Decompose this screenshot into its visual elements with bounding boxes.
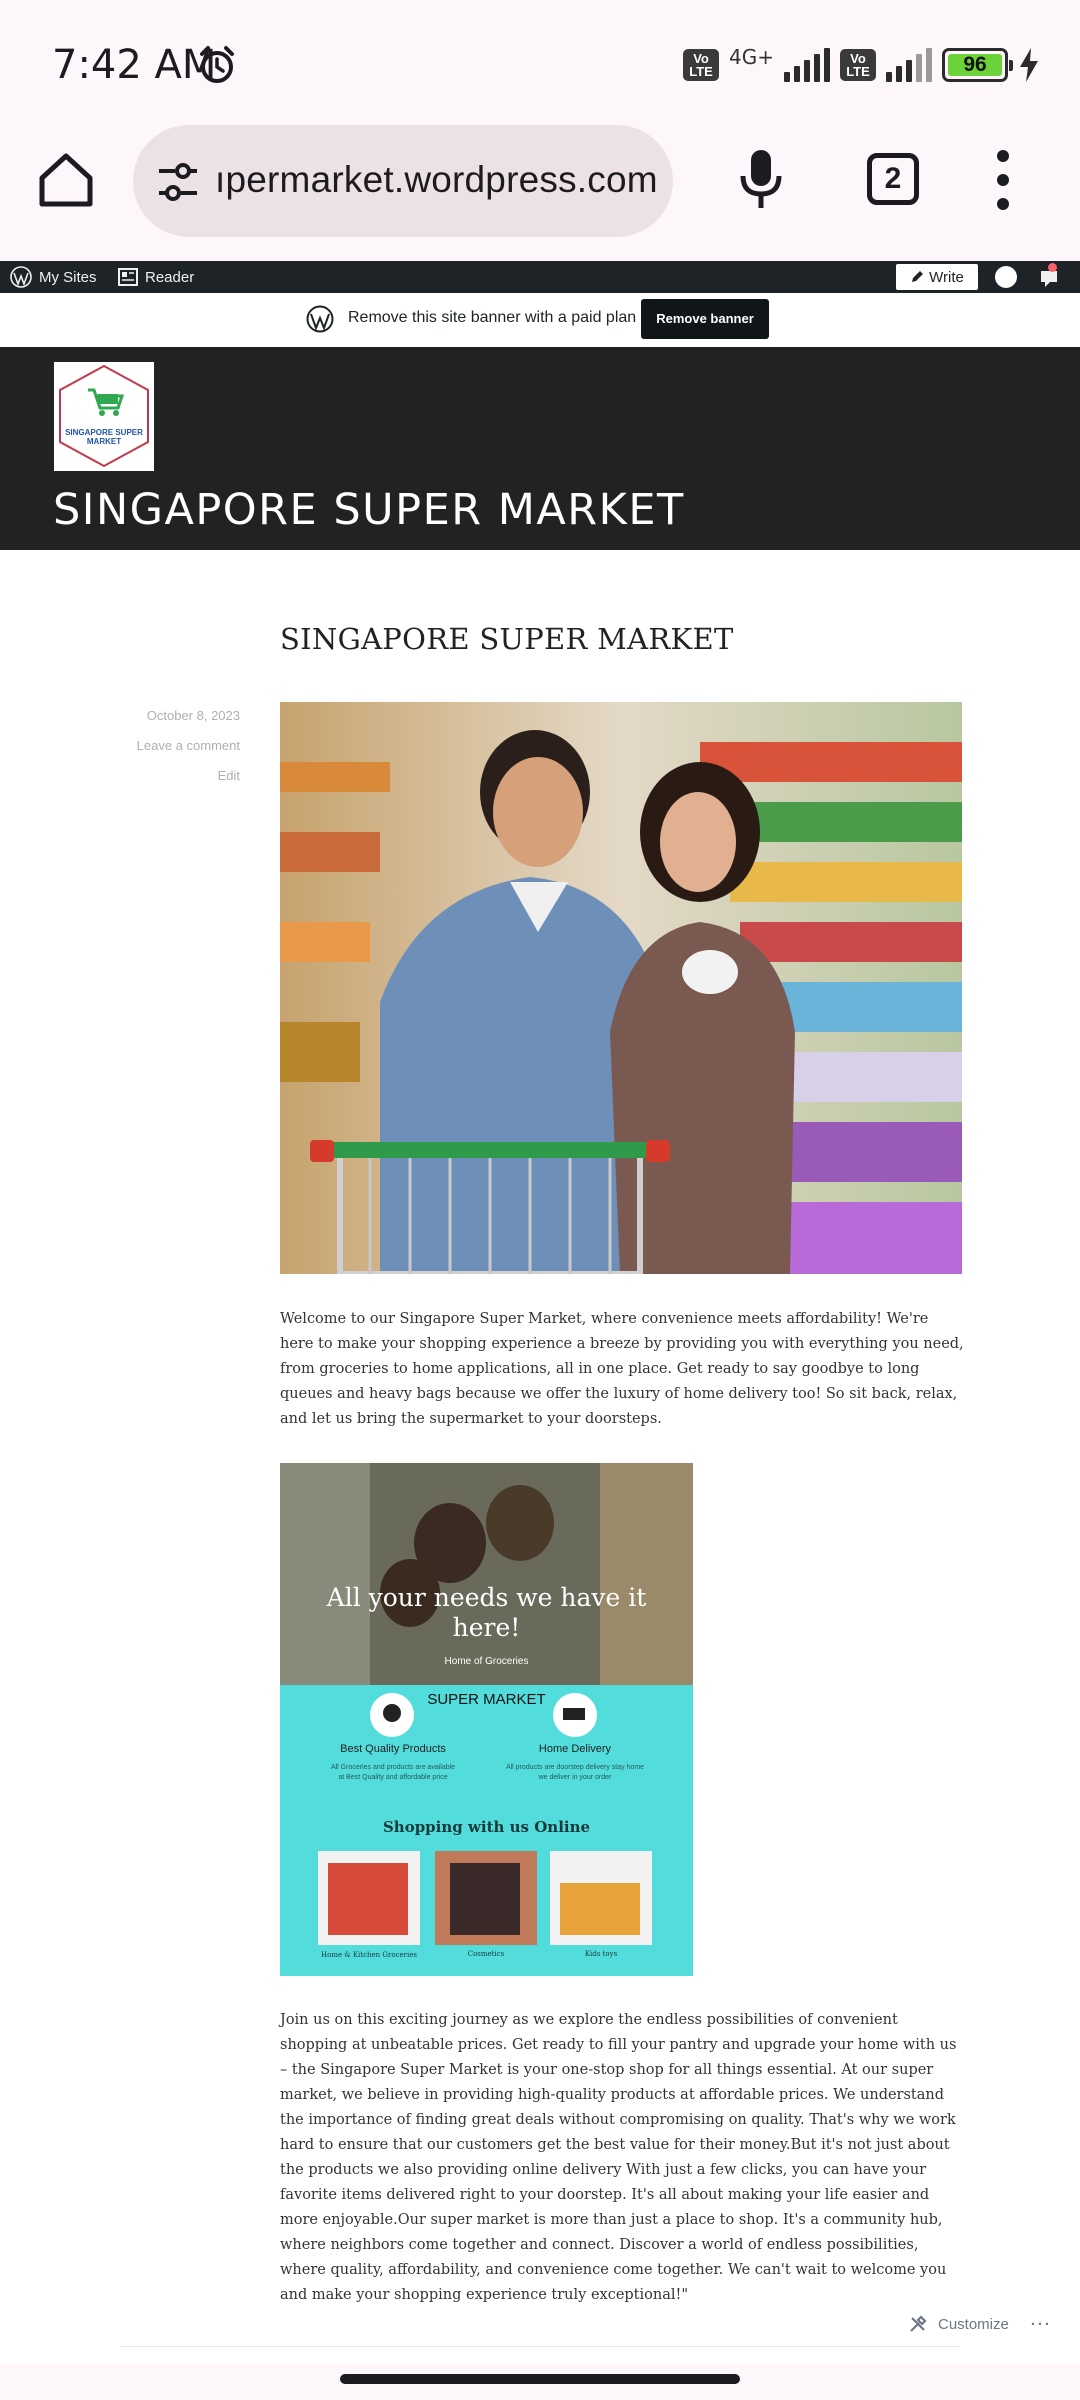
status-icons: Vo LTE 4G+ Vo LTE 96 <box>683 40 1040 90</box>
status-time: 7:42 AM <box>52 42 217 88</box>
reader-link[interactable]: Reader <box>118 261 194 293</box>
post-date[interactable]: October 8, 2023 <box>147 708 240 723</box>
notification-dot <box>1048 263 1057 272</box>
customize-button[interactable]: Customize ··· <box>900 2302 1070 2346</box>
status-bar: 7:42 AM Vo LTE 4G+ Vo LTE 96 <box>0 0 1080 120</box>
microphone-icon[interactable] <box>735 148 787 210</box>
promo-feature2-title: Home Delivery <box>538 1743 612 1755</box>
divider <box>120 2346 960 2347</box>
site-settings-icon[interactable] <box>155 159 201 205</box>
home-icon[interactable] <box>36 150 96 210</box>
browser-toolbar: ıpermarket.wordpress.com 2 <box>0 120 1080 260</box>
volte-badge-2: Vo LTE <box>840 49 876 81</box>
site-header: SINGAPORE SUPER MARKET SINGAPORE SUPER M… <box>0 347 1080 550</box>
promo-headline: All your needs we have it here! <box>326 1583 647 1642</box>
promo-cat3: Kids toys <box>584 1950 618 1958</box>
battery-level: 96 <box>948 54 1002 76</box>
shopping-couple-photo <box>280 702 962 1274</box>
network-type: 4G+ <box>729 45 774 69</box>
banner-text: Remove this site banner with a paid plan <box>348 309 637 326</box>
my-sites-link[interactable]: My Sites <box>10 261 97 293</box>
signal-2-icon <box>886 48 932 82</box>
url-text[interactable]: ıpermarket.wordpress.com <box>215 159 658 201</box>
promo-sub: Home of Groceries <box>444 1656 529 1667</box>
wp-admin-bar: My Sites Reader Write <box>0 261 1080 293</box>
write-label: Write <box>929 268 964 286</box>
charging-icon <box>1020 48 1038 82</box>
gesture-handle[interactable] <box>340 2374 740 2384</box>
logo-text: SINGAPORE SUPER MARKET <box>65 428 143 446</box>
promo-brand: SUPER MARKET <box>427 1691 546 1708</box>
post-paragraph-1: Welcome to our Singapore Super Market, w… <box>280 1311 964 1427</box>
promo-image: All your needs we have it here! Home of … <box>280 1463 693 1976</box>
battery-icon: 96 <box>942 48 1013 82</box>
site-banner: Remove this site banner with a paid plan… <box>0 293 1080 347</box>
promo-online: Shopping with us Online <box>382 1818 591 1836</box>
leave-comment-link[interactable]: Leave a comment <box>137 738 240 753</box>
remove-banner-button[interactable]: Remove banner <box>641 299 769 339</box>
promo-cat2: Cosmetics <box>467 1950 505 1958</box>
edit-link[interactable]: Edit <box>218 768 240 783</box>
alarm-icon <box>200 46 234 83</box>
pen-icon <box>912 271 924 282</box>
overflow-menu-icon[interactable] <box>990 150 1016 210</box>
my-sites-label: My Sites <box>39 268 97 286</box>
promo-cat1: Home & Kitchen Groceries <box>321 1951 417 1959</box>
volte-badge-1: Vo LTE <box>683 49 720 81</box>
site-logo[interactable]: SINGAPORE SUPER MARKET <box>54 362 154 471</box>
signal-icon <box>784 48 830 82</box>
reader-label: Reader <box>145 268 195 286</box>
post-title[interactable]: SINGAPORE SUPER MARKET <box>280 622 734 656</box>
avatar[interactable] <box>995 266 1017 288</box>
wordpress-logo-icon <box>306 305 334 333</box>
write-button[interactable]: Write <box>896 264 978 290</box>
promo-background <box>280 1463 693 1976</box>
wordpress-icon <box>10 266 32 288</box>
address-bar[interactable]: ıpermarket.wordpress.com <box>133 125 673 237</box>
post-content: SINGAPORE SUPER MARKET October 8, 2023 L… <box>0 550 1080 2364</box>
tab-switcher-button[interactable]: 2 <box>867 153 919 205</box>
post-paragraph-2: Join us on this exciting journey as we e… <box>280 2012 957 2303</box>
tools-icon <box>910 2315 927 2332</box>
customize-label: Customize <box>938 2315 1009 2333</box>
promo-feature2-text: All products are doorstep delivery stay … <box>505 1764 645 1781</box>
promo-feature1-title: Best Quality Products <box>340 1743 446 1755</box>
logo-image <box>59 364 149 468</box>
hero-image <box>280 702 962 1274</box>
site-title[interactable]: SINGAPORE SUPER MARKET <box>53 485 685 535</box>
more-icon[interactable]: ··· <box>1031 2316 1052 2333</box>
promo-feature1-text: All Groceries and products are available… <box>330 1764 456 1781</box>
reader-icon <box>118 268 138 286</box>
